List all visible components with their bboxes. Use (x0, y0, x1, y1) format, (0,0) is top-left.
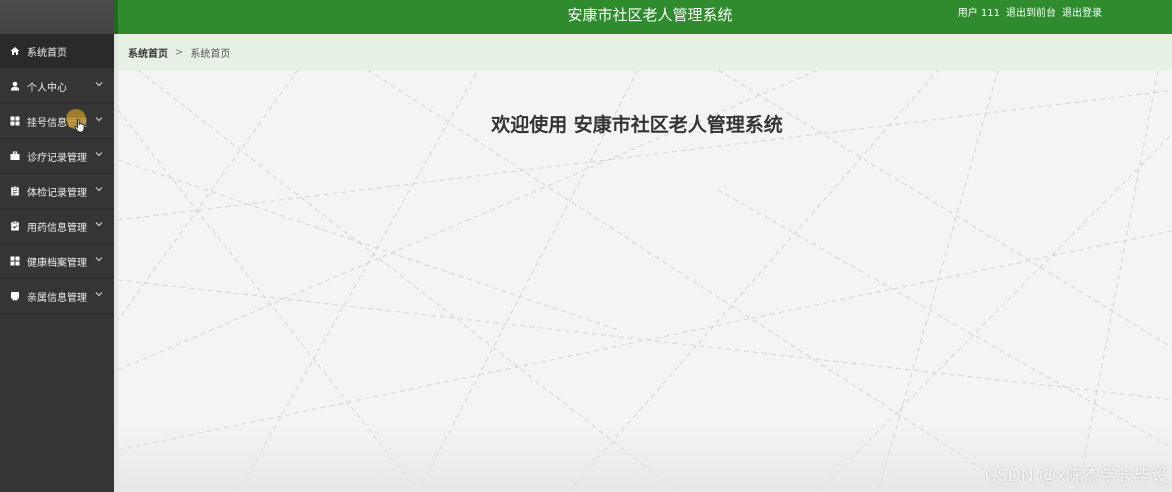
briefcase-icon (9, 151, 20, 162)
welcome-heading: 欢迎使用 安康市社区老人管理系统 (491, 114, 783, 136)
sidebar-item-personal-center[interactable]: 个人中心 (0, 69, 114, 104)
grid-icon (9, 116, 20, 127)
logout-link[interactable]: 退出登录 (1062, 0, 1102, 30)
sidebar-item-relatives[interactable]: 亲属信息管理 (0, 279, 114, 314)
sidebar-logo-area (0, 0, 114, 34)
current-user-label: 用户 111 (957, 8, 1000, 19)
main-content: 欢迎使用 安康市社区老人管理系统 (114, 70, 1172, 492)
sidebar-item-health-records[interactable]: 健康档案管理 (0, 244, 114, 279)
chevron-down-icon (95, 152, 103, 157)
chevron-down-icon (95, 257, 103, 262)
chevron-down-icon (95, 292, 103, 297)
sidebar-item-medication[interactable]: 用药信息管理 (0, 209, 114, 244)
grid-icon (9, 256, 20, 267)
top-header: 安康市社区老人管理系统 用户 111 退出到前台 退出登录 (114, 0, 1172, 34)
sidebar-item-label: 亲属信息管理 (27, 292, 87, 304)
sidebar-item-checkup-records[interactable]: 体检记录管理 (0, 174, 114, 209)
home-icon (9, 46, 20, 57)
breadcrumb-separator: > (175, 46, 184, 58)
sidebar-item-label: 健康档案管理 (27, 257, 87, 269)
chevron-down-icon (95, 222, 103, 227)
breadcrumb: 系统首页 > 系统首页 (114, 34, 1172, 70)
sidebar-item-label: 个人中心 (27, 82, 67, 94)
sidebar-item-registration[interactable]: 挂号信息管理 (0, 104, 114, 139)
chevron-down-icon (95, 117, 103, 122)
clipboard-check-icon (9, 221, 20, 232)
breadcrumb-current: 系统首页 (190, 48, 231, 60)
header-user-links: 用户 111 退出到前台 退出登录 (958, 0, 1102, 30)
sidebar-item-label: 系统首页 (27, 47, 67, 59)
sidebar-item-label: 体检记录管理 (27, 187, 87, 199)
back-to-front-link[interactable]: 退出到前台 (1006, 0, 1056, 30)
sidebar: 系统首页 个人中心 挂号信息管理 诊疗记录管理 体检记录管理 用药信息管理 健康… (0, 0, 114, 492)
sidebar-item-treatment-records[interactable]: 诊疗记录管理 (0, 139, 114, 174)
sidebar-item-label: 用药信息管理 (27, 222, 87, 234)
sidebar-item-home[interactable]: 系统首页 (0, 34, 114, 69)
card-icon (9, 291, 20, 302)
user-icon (9, 81, 20, 92)
breadcrumb-home-link[interactable]: 系统首页 (128, 45, 168, 60)
clipboard-icon (9, 186, 20, 197)
sidebar-item-label: 诊疗记录管理 (27, 152, 87, 164)
chevron-down-icon (95, 187, 103, 192)
csdn-watermark: CSDN @x陈杰学长毕设 (985, 466, 1168, 486)
chevron-down-icon (95, 82, 103, 87)
hand-cursor-icon (74, 119, 85, 133)
